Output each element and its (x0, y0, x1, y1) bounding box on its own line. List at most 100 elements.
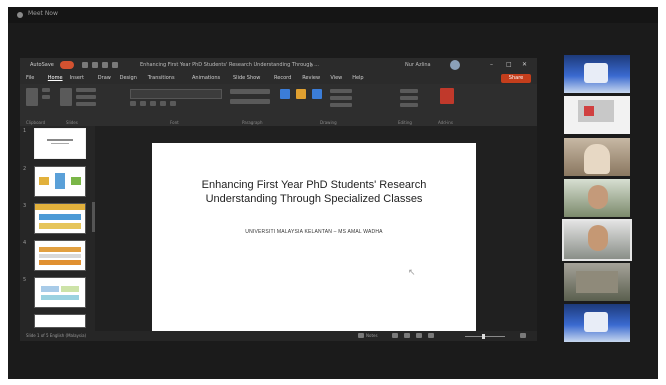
group-label-editing: Editing (398, 120, 412, 125)
participant-tile[interactable] (564, 263, 630, 301)
minimize-icon[interactable]: – (490, 61, 493, 68)
meeting-title-bar: Meet Now (8, 7, 658, 23)
shapes-icon[interactable] (280, 89, 290, 99)
group-label-font: Font (170, 120, 179, 125)
participant-tile-active-speaker[interactable] (562, 219, 632, 261)
slide-subtitle[interactable]: UNIVERSITI MALAYSIA KELANTAN – MS AMAL W… (166, 229, 462, 235)
current-slide[interactable]: Enhancing First Year PhD Students' Resea… (152, 143, 476, 333)
slide-thumbnail-3[interactable] (34, 203, 86, 234)
underline-icon[interactable] (150, 101, 156, 106)
find-button[interactable] (400, 89, 418, 93)
undo-icon[interactable] (92, 62, 98, 68)
participant-tile[interactable] (564, 304, 630, 342)
tab-home[interactable]: Home (48, 75, 63, 81)
slide-sorter-icon[interactable] (404, 333, 410, 338)
tab-animations[interactable]: Animations (192, 75, 220, 81)
save-icon[interactable] (82, 62, 88, 68)
paste-button[interactable] (26, 88, 38, 106)
tab-file[interactable]: File (26, 75, 34, 81)
participant-tile[interactable] (564, 179, 630, 217)
document-title: Enhancing First Year PhD Students' Resea… (140, 62, 320, 68)
participant-tile[interactable] (564, 96, 630, 134)
arrange-icon[interactable] (296, 89, 306, 99)
slide-thumbnail-4[interactable] (34, 240, 86, 271)
align-icon[interactable] (230, 99, 270, 104)
participant-tile[interactable] (564, 55, 630, 93)
reading-view-icon[interactable] (416, 333, 422, 338)
slide-thumbnail-1[interactable] (34, 128, 86, 159)
new-slide-button[interactable] (60, 88, 72, 106)
avatar[interactable] (450, 60, 460, 70)
redo-icon[interactable] (102, 62, 108, 68)
app-icon (17, 12, 23, 18)
group-label-paragraph: Paragraph (242, 120, 263, 125)
zoom-slider[interactable] (465, 336, 505, 337)
ribbon-tabs: Share File Home Insert Draw Design Transition… (20, 73, 537, 84)
slide-info: Slide 1 of 5 English (Malaysia) (26, 333, 87, 338)
copy-icon[interactable] (42, 95, 50, 99)
notes-icon[interactable] (358, 333, 364, 338)
zoom-slider-knob[interactable] (482, 334, 485, 339)
slide-thumbnail-6[interactable] (34, 314, 86, 328)
close-icon[interactable]: ✕ (522, 61, 527, 68)
tab-record[interactable]: Record (274, 75, 291, 81)
select-button[interactable] (400, 103, 418, 107)
group-label-slides: Slides (66, 120, 78, 125)
slide-number: 3 (23, 203, 27, 209)
replace-button[interactable] (400, 96, 418, 100)
tab-design[interactable]: Design (120, 75, 137, 81)
status-bar: Slide 1 of 5 English (Malaysia) Notes (20, 331, 537, 341)
search-icon[interactable]: ⌕ (310, 62, 313, 70)
group-label-clipboard: Clipboard (26, 120, 46, 125)
maximize-icon[interactable]: □ (506, 61, 512, 68)
slide-thumbnail-2[interactable] (34, 166, 86, 197)
italic-icon[interactable] (140, 101, 146, 106)
slide-number: 2 (23, 166, 27, 172)
normal-view-icon[interactable] (392, 333, 398, 338)
add-ins-icon[interactable] (440, 88, 454, 104)
ribbon: Clipboard Slides Font Paragraph Drawing … (20, 84, 537, 127)
group-label-drawing: Drawing (320, 120, 337, 125)
section-button[interactable] (76, 102, 96, 106)
present-icon[interactable] (112, 62, 118, 68)
slide-thumbnail-pane: 1 2 3 4 5 (20, 126, 95, 331)
slide-title[interactable]: Enhancing First Year PhD Students' Resea… (166, 178, 462, 206)
shape-outline-button[interactable] (330, 96, 352, 100)
tab-transitions[interactable]: Transitions (148, 75, 175, 81)
slide-thumbnail-5[interactable] (34, 277, 86, 308)
share-button[interactable]: Share (501, 74, 531, 83)
cut-icon[interactable] (42, 88, 50, 92)
bold-icon[interactable] (130, 101, 136, 106)
shape-effects-button[interactable] (330, 103, 352, 107)
tab-slide-show[interactable]: Slide Show (233, 75, 260, 81)
fit-to-window-icon[interactable] (520, 333, 526, 338)
bullets-icon[interactable] (230, 89, 270, 94)
slide-number: 4 (23, 240, 27, 246)
tab-view[interactable]: View (330, 75, 342, 81)
font-name-field[interactable] (130, 89, 222, 99)
meeting-title: Meet Now (28, 10, 58, 17)
layout-button[interactable] (76, 88, 96, 92)
slide-number: 1 (23, 128, 27, 134)
font-color-icon[interactable] (170, 101, 176, 106)
mouse-cursor-icon: ↖ (408, 268, 416, 278)
user-name: Nur Azlina (405, 62, 431, 68)
tab-insert[interactable]: Insert (70, 75, 84, 81)
autosave-toggle[interactable] (60, 61, 74, 69)
participant-tile[interactable] (564, 138, 630, 176)
notes-label[interactable]: Notes (366, 333, 378, 338)
slide-editing-area: Enhancing First Year PhD Students' Resea… (95, 126, 537, 333)
tab-review[interactable]: Review (302, 75, 320, 81)
tab-help[interactable]: Help (352, 75, 363, 81)
ppt-title-bar: AutoSave Enhancing First Year PhD Studen… (20, 58, 537, 73)
slideshow-icon[interactable] (428, 333, 434, 338)
meeting-window: Meet Now AutoSave Enhancing First Year P… (8, 7, 658, 379)
quick-styles-icon[interactable] (312, 89, 322, 99)
strikethrough-icon[interactable] (160, 101, 166, 106)
participant-panel (562, 55, 634, 350)
shape-fill-button[interactable] (330, 89, 352, 93)
slide-number: 5 (23, 277, 27, 283)
group-label-add-ins: Add-ins (438, 120, 453, 125)
reset-button[interactable] (76, 95, 96, 99)
tab-draw[interactable]: Draw (98, 75, 111, 81)
